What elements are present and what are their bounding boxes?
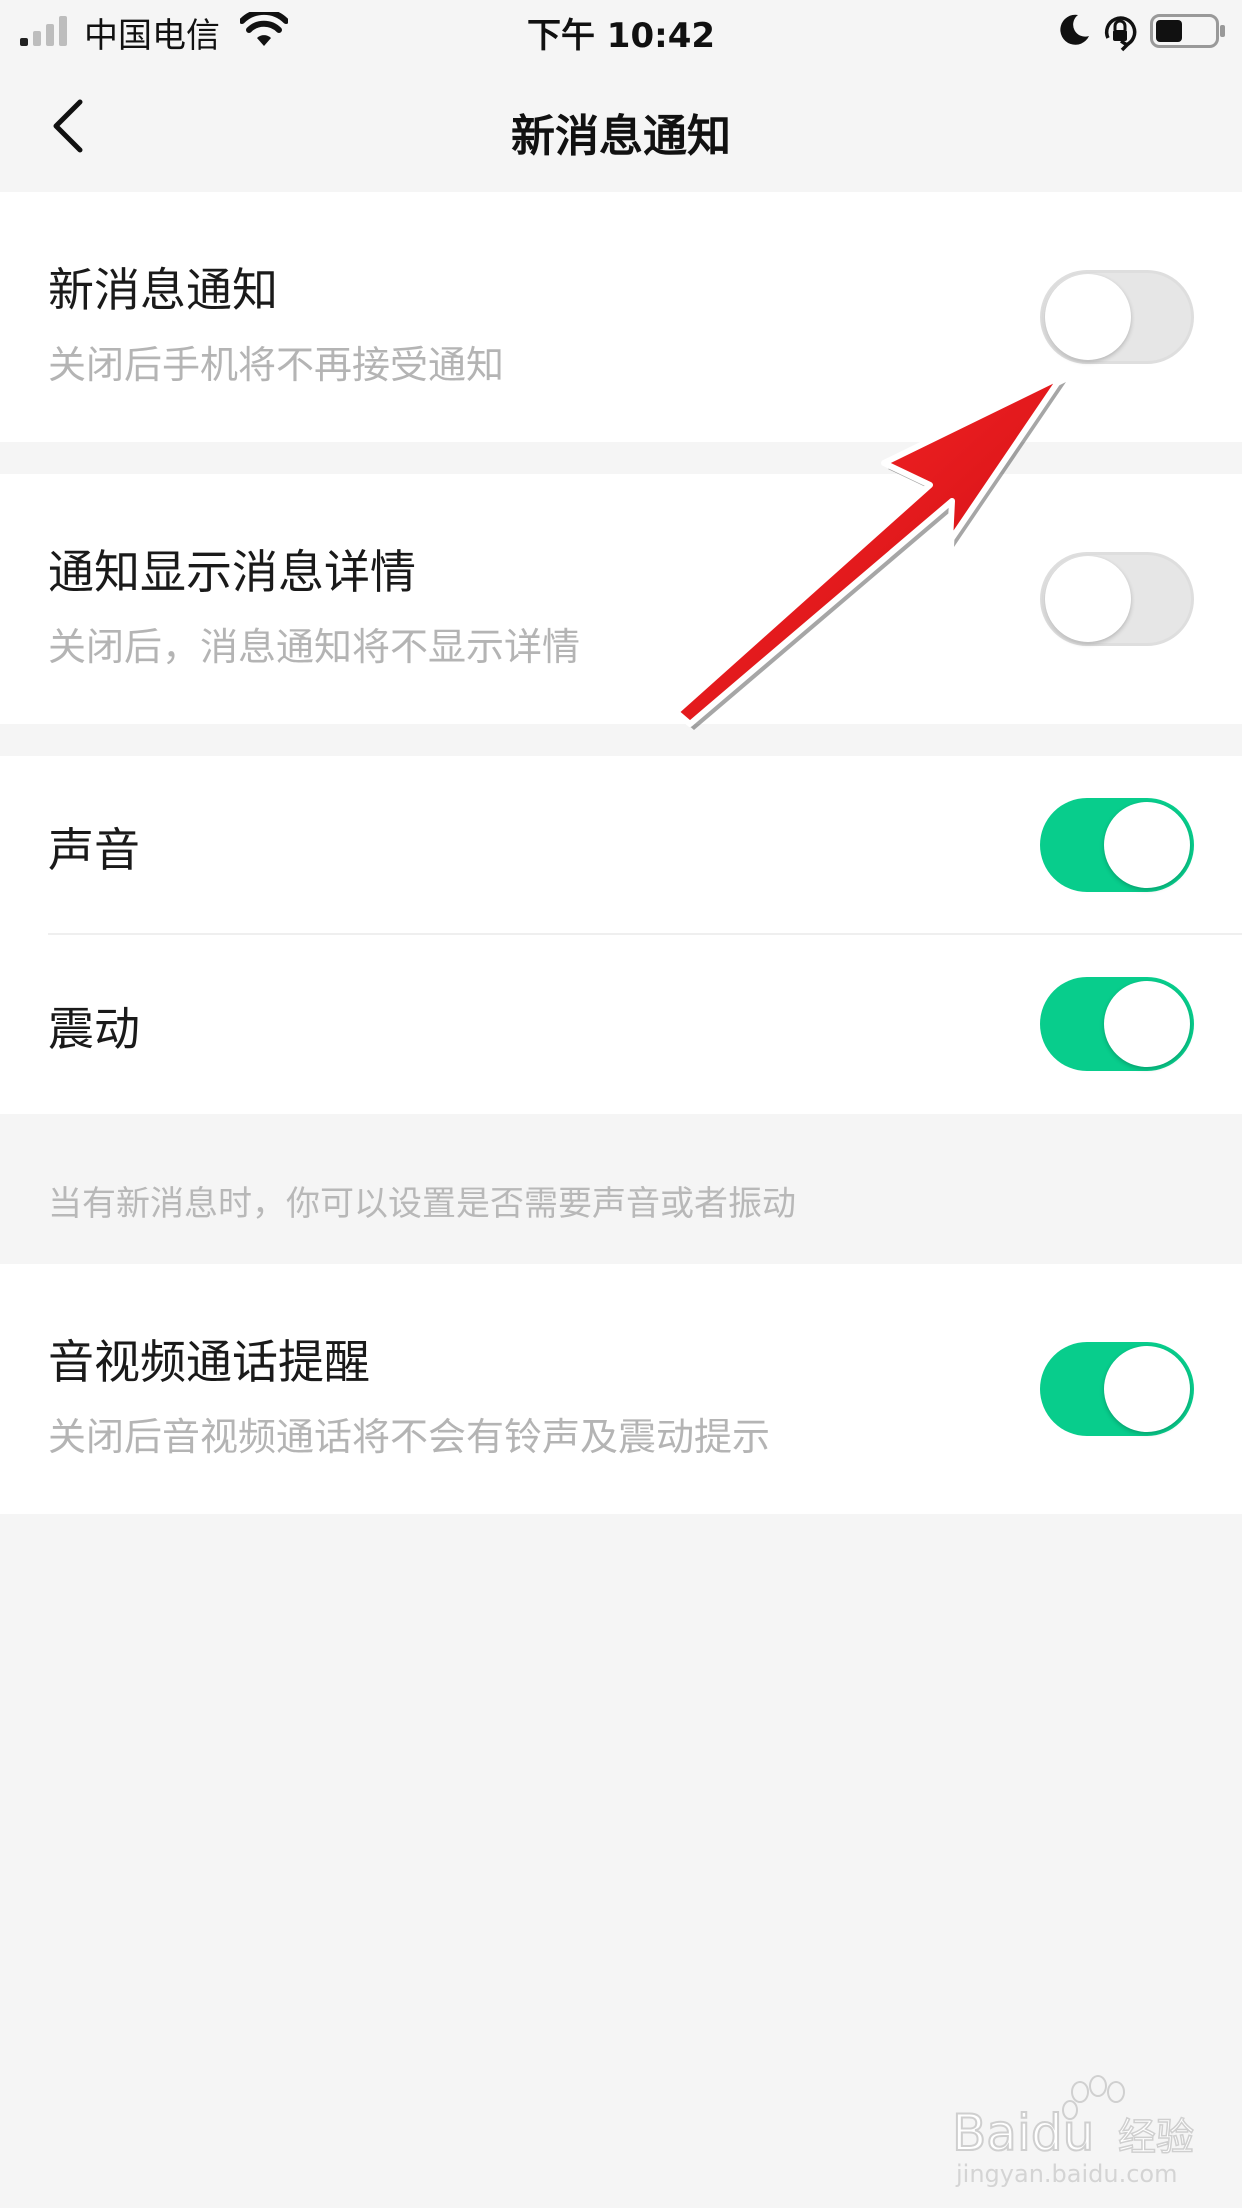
vibration-toggle[interactable] — [1040, 977, 1194, 1071]
status-bar: 中国电信 下午 10:42 — [0, 0, 1242, 62]
page-title: 新消息通知 — [511, 111, 731, 162]
toggle-knob — [1045, 556, 1131, 642]
orientation-lock-icon — [1104, 16, 1137, 52]
call-reminder-toggle[interactable] — [1040, 1342, 1194, 1436]
watermark-brand: Baidu — [952, 2104, 1094, 2162]
setting-row-new-message-notification: 新消息通知 关闭后手机将不再接受通知 — [0, 192, 1242, 442]
setting-subtitle: 关闭后音视频通话将不会有铃声及震动提示 — [48, 1415, 771, 1459]
setting-title: 音视频通话提醒 — [48, 1335, 370, 1389]
watermark-url: jingyan.baidu.com — [955, 2160, 1177, 2188]
baidu-watermark-logo: Baidu 经验 jingyan.baidu.com — [951, 2075, 1195, 2188]
setting-row-call-reminder: 音视频通话提醒 关闭后音视频通话将不会有铃声及震动提示 — [0, 1264, 1242, 1514]
setting-title: 震动 — [48, 1002, 140, 1056]
setting-row-show-message-details: 通知显示消息详情 关闭后，消息通知将不显示详情 — [0, 474, 1242, 724]
toggle-knob — [1104, 981, 1190, 1067]
setting-row-vibration: 震动 — [0, 935, 1242, 1114]
toggle-knob — [1104, 802, 1190, 888]
new-message-toggle[interactable] — [1040, 270, 1194, 364]
settings-card-call-reminder: 音视频通话提醒 关闭后音视频通话将不会有铃声及震动提示 — [0, 1264, 1242, 1514]
show-details-toggle[interactable] — [1040, 552, 1194, 646]
navigation-bar: 新消息通知 — [0, 62, 1242, 192]
setting-title: 声音 — [48, 823, 140, 877]
battery-icon — [1150, 14, 1225, 48]
watermark-brand-cn: 经验 — [1118, 2115, 1194, 2159]
setting-title: 新消息通知 — [48, 263, 278, 317]
do-not-disturb-moon-icon — [1060, 14, 1089, 45]
setting-subtitle: 关闭后，消息通知将不显示详情 — [48, 625, 581, 669]
settings-card-sound-vibration: 声音 震动 — [0, 756, 1242, 1114]
toggle-knob — [1045, 274, 1131, 360]
setting-subtitle: 关闭后手机将不再接受通知 — [48, 343, 505, 387]
setting-title: 通知显示消息详情 — [48, 545, 416, 599]
settings-card-new-message: 新消息通知 关闭后手机将不再接受通知 — [0, 192, 1242, 442]
setting-row-sound: 声音 — [0, 756, 1242, 934]
settings-card-show-details: 通知显示消息详情 关闭后，消息通知将不显示详情 — [0, 474, 1242, 724]
sound-toggle[interactable] — [1040, 798, 1194, 892]
toggle-knob — [1104, 1346, 1190, 1432]
sound-vibration-hint: 当有新消息时，你可以设置是否需要声音或者振动 — [48, 1184, 796, 1224]
